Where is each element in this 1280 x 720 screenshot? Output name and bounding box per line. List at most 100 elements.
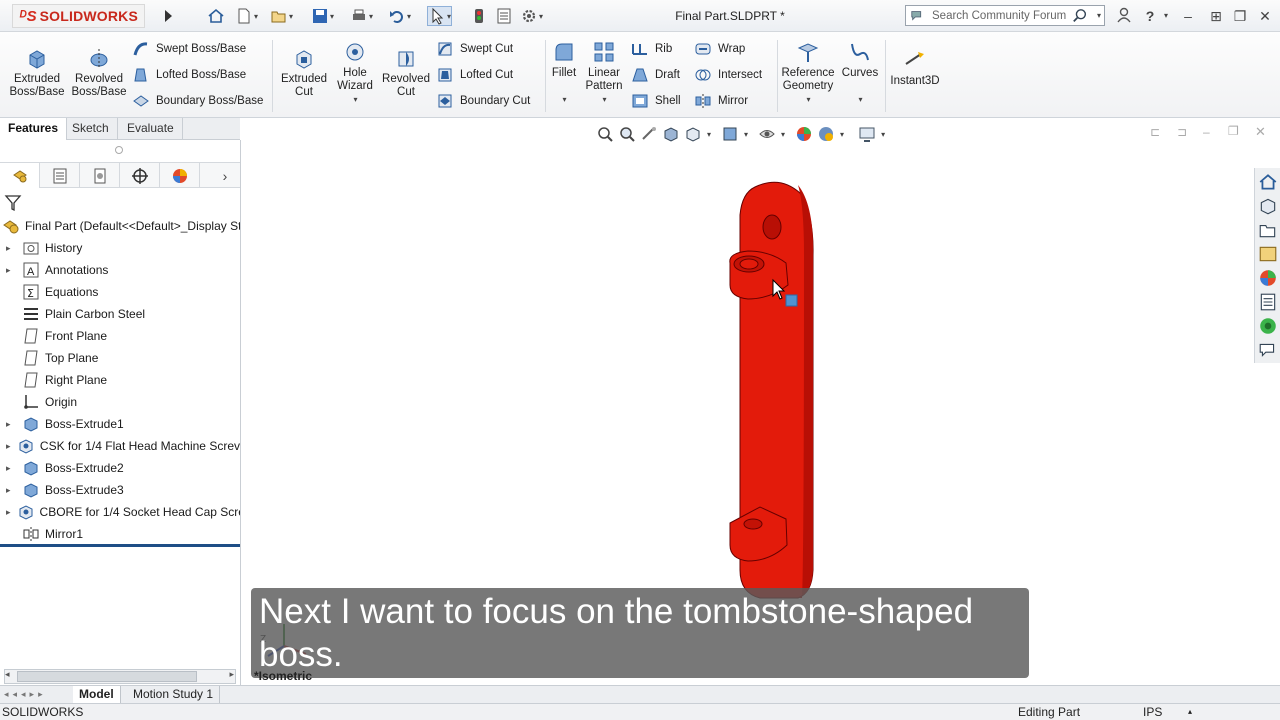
expand-arrow-icon[interactable]: ▸ bbox=[6, 441, 11, 452]
intersect-button[interactable]: Intersect bbox=[694, 64, 762, 86]
zoom-to-fit-icon[interactable] bbox=[596, 125, 614, 143]
hide-show-items-icon[interactable] bbox=[758, 125, 776, 143]
expand-arrow-icon[interactable]: ▸ bbox=[6, 265, 16, 276]
tree-item[interactable]: Plain Carbon Steel bbox=[0, 303, 240, 325]
select-button[interactable]: ▾ bbox=[427, 6, 453, 26]
featuremanager-tab[interactable] bbox=[0, 163, 40, 188]
section-view-icon[interactable] bbox=[662, 125, 680, 143]
viewport-close-button[interactable]: ✕ bbox=[1255, 124, 1266, 140]
tab-features[interactable]: Features bbox=[0, 118, 68, 140]
restore-button[interactable]: ❐ bbox=[1230, 6, 1250, 26]
viewport-next-button[interactable]: ⊐ bbox=[1177, 125, 1187, 139]
expand-arrow-icon[interactable]: ▸ bbox=[6, 507, 11, 518]
revolved-cut-button[interactable]: Revolved Cut bbox=[380, 46, 432, 99]
menu-expand-arrow[interactable] bbox=[159, 6, 177, 26]
solidworks-forum-icon[interactable] bbox=[1258, 316, 1278, 336]
previous-view-icon[interactable] bbox=[640, 125, 658, 143]
boundary-boss-button[interactable]: Boundary Boss/Base bbox=[132, 90, 263, 112]
displaymanager-tab[interactable] bbox=[160, 163, 200, 188]
tree-item[interactable]: Top Plane bbox=[0, 347, 240, 369]
tree-item[interactable]: Mirror1 bbox=[0, 523, 240, 545]
tab-sketch[interactable]: Sketch bbox=[64, 118, 118, 140]
lofted-boss-button[interactable]: Lofted Boss/Base bbox=[132, 64, 246, 86]
mirror-button[interactable]: Mirror bbox=[694, 90, 748, 112]
boundary-cut-button[interactable]: Boundary Cut bbox=[436, 90, 530, 112]
tree-item[interactable]: ▸ CBORE for 1/4 Socket Head Cap Scre bbox=[0, 501, 240, 523]
save-button[interactable]: ▾ bbox=[311, 6, 334, 26]
shell-button[interactable]: Shell bbox=[631, 90, 681, 112]
swept-cut-button[interactable]: Swept Cut bbox=[436, 38, 513, 60]
comments-icon[interactable] bbox=[1258, 340, 1278, 360]
open-button[interactable]: ▾ bbox=[270, 6, 293, 26]
expand-arrow-icon[interactable]: ▸ bbox=[6, 485, 16, 496]
scroll-left-icon[interactable]: ◂ bbox=[5, 669, 10, 680]
tab-evaluate[interactable]: Evaluate bbox=[119, 118, 183, 140]
view-settings-icon[interactable] bbox=[858, 125, 876, 143]
search-community-forum[interactable]: Search Community Forum ▾ bbox=[905, 5, 1105, 26]
display-style-icon[interactable] bbox=[721, 125, 739, 143]
rebuild-button[interactable] bbox=[470, 6, 488, 26]
status-units[interactable]: IPS bbox=[1143, 705, 1162, 719]
chevron-up-icon[interactable]: ▴ bbox=[1188, 707, 1192, 716]
swept-boss-button[interactable]: Swept Boss/Base bbox=[132, 38, 246, 60]
new-document-button[interactable]: ▾ bbox=[235, 6, 258, 26]
design-library-icon[interactable] bbox=[1258, 196, 1278, 216]
expand-arrow-icon[interactable]: ▸ bbox=[6, 463, 16, 474]
tree-root-part[interactable]: Final Part (Default<<Default>_Display St bbox=[0, 215, 240, 237]
rollback-bar[interactable] bbox=[0, 544, 240, 547]
top-hole[interactable] bbox=[762, 214, 782, 240]
dimxpert-tab[interactable] bbox=[120, 163, 160, 188]
tree-item[interactable]: ▸ Boss-Extrude3 bbox=[0, 479, 240, 501]
tree-item[interactable]: ▸ A Annotations bbox=[0, 259, 240, 281]
linear-pattern-button[interactable]: Linear Pattern ▾ bbox=[582, 40, 626, 106]
horizontal-scrollbar[interactable]: ◂ ▸ bbox=[4, 669, 236, 684]
revolved-boss-button[interactable]: Revolved Boss/Base bbox=[70, 46, 128, 99]
extruded-boss-button[interactable]: Extruded Boss/Base bbox=[8, 46, 66, 99]
expand-arrow-icon[interactable]: ▸ bbox=[6, 243, 16, 254]
viewport-prev-button[interactable]: ⊏ bbox=[1150, 125, 1160, 139]
file-explorer-icon[interactable] bbox=[1258, 220, 1278, 240]
apply-scene-icon[interactable] bbox=[817, 125, 835, 143]
zoom-to-area-icon[interactable] bbox=[618, 125, 636, 143]
undo-button[interactable]: ▾ bbox=[388, 6, 411, 26]
draft-button[interactable]: Draft bbox=[631, 64, 680, 86]
configurationmanager-tab[interactable] bbox=[80, 163, 120, 188]
scroll-thumb[interactable] bbox=[17, 671, 197, 682]
edit-appearance-icon[interactable] bbox=[795, 125, 813, 143]
expand-arrow-icon[interactable]: ▸ bbox=[6, 419, 16, 430]
file-properties-button[interactable] bbox=[495, 6, 513, 26]
solidworks-logo[interactable]: ᴰS SOLIDWORKS bbox=[12, 4, 146, 28]
panel-tabs-next[interactable]: › bbox=[210, 163, 240, 188]
close-button[interactable]: ✕ bbox=[1255, 6, 1275, 26]
user-button[interactable] bbox=[1114, 6, 1134, 26]
tab-scroll-buttons[interactable]: ◂◂◂▸▸ bbox=[4, 689, 47, 700]
hole-wizard-button[interactable]: Hole Wizard ▾ bbox=[332, 40, 378, 106]
options-button[interactable]: ▾ bbox=[520, 6, 543, 26]
home-button[interactable] bbox=[207, 6, 225, 26]
rib-button[interactable]: Rib bbox=[631, 38, 672, 60]
extruded-cut-button[interactable]: Extruded Cut bbox=[276, 46, 332, 99]
minimize-button[interactable]: – bbox=[1178, 6, 1198, 26]
tree-item[interactable]: ▸ History bbox=[0, 237, 240, 259]
help-dropdown[interactable]: ▾ bbox=[1156, 6, 1176, 26]
cbore-hole-bottom[interactable] bbox=[743, 518, 763, 530]
tree-item[interactable]: Front Plane bbox=[0, 325, 240, 347]
viewport-minimize-button[interactable]: – bbox=[1203, 125, 1210, 139]
tree-item[interactable]: Right Plane bbox=[0, 369, 240, 391]
tree-item[interactable]: ▸ Boss-Extrude2 bbox=[0, 457, 240, 479]
appearances-icon[interactable] bbox=[1258, 268, 1278, 288]
curves-button[interactable]: Curves ▾ bbox=[838, 40, 882, 106]
tree-item[interactable]: ▸ CSK for 1/4 Flat Head Machine Screv bbox=[0, 435, 240, 457]
view-orientation-icon[interactable] bbox=[684, 125, 702, 143]
viewport-restore-button[interactable]: ❐ bbox=[1228, 124, 1239, 138]
tree-item[interactable]: ▸ Boss-Extrude1 bbox=[0, 413, 240, 435]
tree-item[interactable]: Origin bbox=[0, 391, 240, 413]
wrap-button[interactable]: Wrap bbox=[694, 38, 745, 60]
scroll-right-icon[interactable]: ▸ bbox=[229, 669, 234, 680]
part-model-3d[interactable] bbox=[700, 175, 840, 605]
custom-properties-icon[interactable] bbox=[1258, 292, 1278, 312]
lofted-cut-button[interactable]: Lofted Cut bbox=[436, 64, 513, 86]
solidworks-resources-icon[interactable] bbox=[1258, 172, 1278, 192]
tree-item[interactable]: Σ Equations bbox=[0, 281, 240, 303]
splitter-handle[interactable] bbox=[115, 146, 123, 154]
